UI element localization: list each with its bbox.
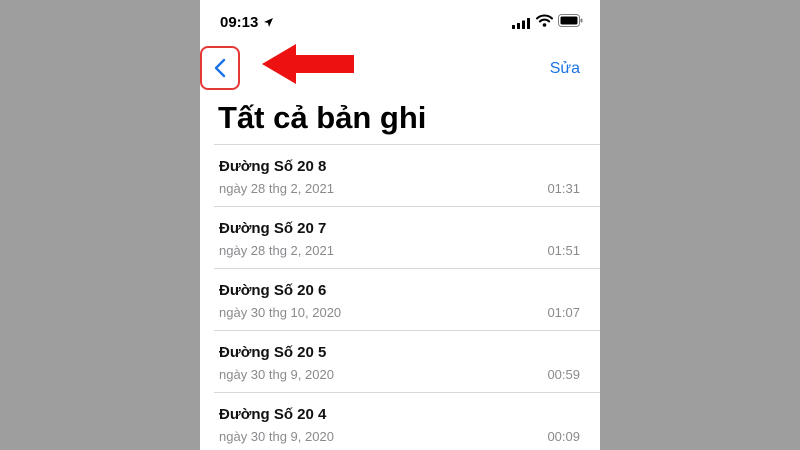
recording-duration: 00:59	[547, 367, 580, 382]
wifi-icon	[536, 14, 553, 32]
list-item[interactable]: Đường Số 20 8 ngày 28 thg 2, 2021 01:31	[214, 145, 600, 207]
cellular-signal-icon	[512, 16, 530, 34]
status-bar: 09:13	[200, 0, 600, 44]
recording-duration: 01:31	[547, 181, 580, 196]
recording-date: ngày 30 thg 9, 2020	[219, 429, 334, 444]
recording-title: Đường Số 20 7	[219, 220, 327, 237]
recording-duration: 01:51	[547, 243, 580, 258]
recordings-list: Đường Số 20 8 ngày 28 thg 2, 2021 01:31 …	[214, 144, 600, 450]
page-title: Tất cả bản ghi	[218, 100, 427, 135]
recording-date: ngày 30 thg 10, 2020	[219, 305, 342, 320]
recording-date: ngày 30 thg 9, 2020	[219, 367, 334, 382]
location-arrow-icon	[263, 15, 274, 33]
status-time: 09:13	[220, 14, 259, 31]
recording-duration: 01:07	[547, 305, 580, 320]
phone-screen: 09:13 Sửa Tất cả bản ghi Đường Số 20 8 n…	[200, 0, 600, 450]
chevron-left-icon	[214, 58, 226, 78]
recording-date: ngày 28 thg 2, 2021	[219, 243, 334, 258]
recording-title: Đường Số 20 5	[219, 344, 327, 361]
battery-icon	[558, 14, 583, 32]
recording-title: Đường Số 20 8	[219, 158, 327, 175]
list-item[interactable]: Đường Số 20 7 ngày 28 thg 2, 2021 01:51	[214, 207, 600, 269]
recording-date: ngày 28 thg 2, 2021	[219, 181, 334, 196]
list-item[interactable]: Đường Số 20 6 ngày 30 thg 10, 2020 01:07	[214, 269, 600, 331]
list-item[interactable]: Đường Số 20 5 ngày 30 thg 9, 2020 00:59	[214, 331, 600, 393]
back-button[interactable]	[200, 46, 240, 90]
recording-title: Đường Số 20 6	[219, 282, 327, 299]
edit-button[interactable]: Sửa	[550, 60, 580, 78]
recording-duration: 00:09	[547, 429, 580, 444]
red-arrow-annotation	[262, 44, 354, 84]
recording-title: Đường Số 20 4	[219, 406, 327, 423]
list-item[interactable]: Đường Số 20 4 ngày 30 thg 9, 2020 00:09	[214, 393, 600, 450]
